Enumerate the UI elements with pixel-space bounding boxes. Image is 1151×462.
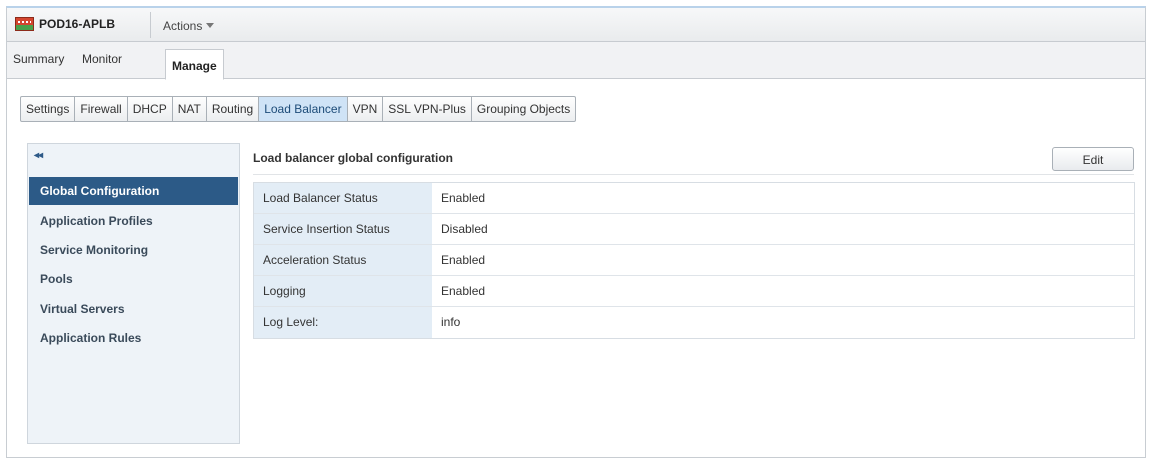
subtab-vpn[interactable]: VPN: [348, 97, 384, 121]
actions-label: Actions: [163, 19, 203, 33]
nav-item-application-profiles[interactable]: Application Profiles: [29, 207, 238, 235]
left-nav: ◂◂ Global Configuration Application Prof…: [27, 143, 240, 444]
config-key: Log Level:: [254, 307, 432, 338]
nav-item-global-configuration[interactable]: Global Configuration: [29, 177, 238, 205]
title-bar: POD16-APLB Actions: [7, 8, 1145, 42]
config-table: Load Balancer Status Enabled Service Ins…: [253, 182, 1135, 339]
section-title: Load balancer global configuration: [253, 151, 454, 165]
tab-monitor[interactable]: Monitor: [82, 52, 122, 66]
caret-down-icon: [206, 23, 215, 28]
subtab-bar: Settings Firewall DHCP NAT Routing Load …: [20, 96, 577, 122]
tab-summary[interactable]: Summary: [13, 52, 64, 66]
config-value: Enabled: [432, 276, 1134, 306]
config-value: Enabled: [432, 183, 1134, 213]
config-value: Disabled: [432, 214, 1134, 244]
tab-manage[interactable]: Manage: [165, 49, 224, 80]
config-row: Logging Enabled: [254, 276, 1134, 307]
object-title: POD16-APLB: [15, 17, 115, 31]
divider: [150, 12, 151, 38]
subtab-grouping-objects[interactable]: Grouping Objects: [472, 97, 575, 121]
config-value: info: [432, 307, 1134, 338]
subtab-dhcp[interactable]: DHCP: [128, 97, 173, 121]
subtab-ssl-vpn-plus[interactable]: SSL VPN-Plus: [383, 97, 472, 121]
app-frame: POD16-APLB Actions Summary Monitor Manag…: [6, 6, 1146, 458]
subtab-firewall[interactable]: Firewall: [75, 97, 128, 121]
config-key: Load Balancer Status: [254, 183, 432, 213]
subtab-settings[interactable]: Settings: [21, 97, 76, 121]
config-value: Enabled: [432, 245, 1134, 275]
edge-gateway-icon: [15, 17, 34, 31]
subtab-routing[interactable]: Routing: [207, 97, 260, 121]
config-key: Logging: [254, 276, 432, 306]
collapse-icon[interactable]: ◂◂: [34, 150, 43, 161]
divider: [253, 174, 1134, 175]
actions-menu-button[interactable]: Actions: [163, 19, 215, 33]
object-name: POD16-APLB: [39, 17, 116, 31]
nav-item-virtual-servers[interactable]: Virtual Servers: [29, 295, 238, 323]
config-key: Service Insertion Status: [254, 214, 432, 244]
config-row: Load Balancer Status Enabled: [254, 183, 1134, 214]
subtab-nat[interactable]: NAT: [173, 97, 207, 121]
nav-item-pools[interactable]: Pools: [29, 265, 238, 293]
nav-item-application-rules[interactable]: Application Rules: [29, 324, 238, 352]
nav-item-service-monitoring[interactable]: Service Monitoring: [29, 236, 238, 264]
config-key: Acceleration Status: [254, 245, 432, 275]
edit-button[interactable]: Edit: [1052, 147, 1134, 171]
subtab-load-balancer[interactable]: Load Balancer: [259, 97, 348, 121]
config-row: Service Insertion Status Disabled: [254, 214, 1134, 245]
config-row: Acceleration Status Enabled: [254, 245, 1134, 276]
primary-tabs: Summary Monitor Manage: [7, 42, 1145, 80]
config-row: Log Level: info: [254, 307, 1134, 338]
